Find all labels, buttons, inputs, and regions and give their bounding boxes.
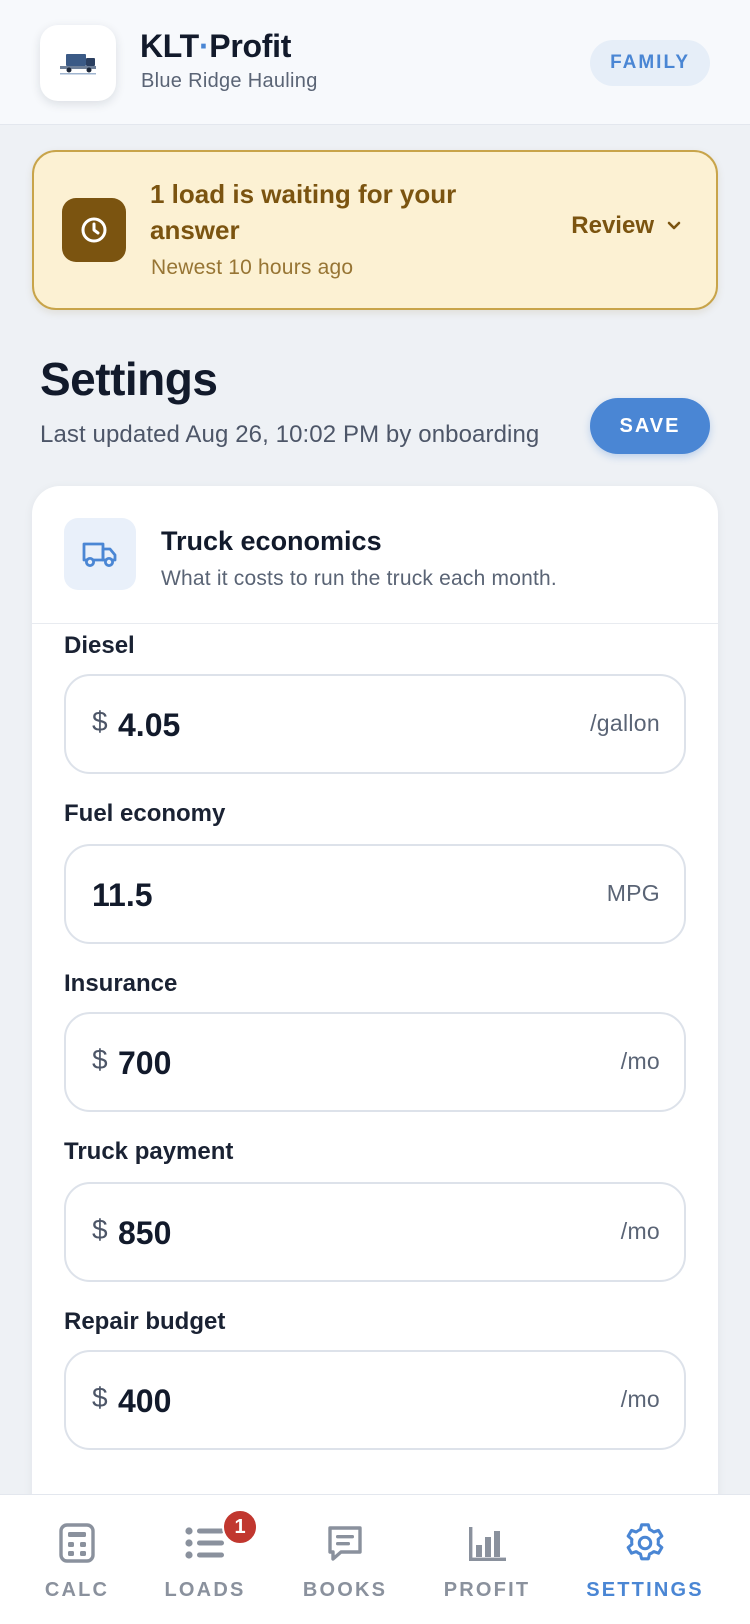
- loads-count-badge: 1: [222, 1509, 258, 1545]
- clock-icon: [62, 198, 126, 262]
- last-updated-text: Last updated Aug 26, 10:02 PM by onboard…: [40, 421, 540, 448]
- app-header: KLT·Profit Blue Ridge Hauling FAMILY: [0, 0, 750, 125]
- save-button[interactable]: SAVE: [590, 398, 710, 454]
- app-logo: [40, 25, 116, 101]
- tab-label: SETTINGS: [586, 1579, 704, 1601]
- review-label: Review: [571, 212, 654, 239]
- fuel-economy-input[interactable]: [92, 874, 512, 916]
- fuel-economy-field[interactable]: MPG: [64, 844, 686, 944]
- insurance-field[interactable]: $ /mo: [64, 1012, 686, 1112]
- tab-settings[interactable]: SETTINGS: [570, 1495, 720, 1624]
- tab-loads[interactable]: LOADS: [130, 1495, 280, 1624]
- tab-label: BOOKS: [302, 1579, 388, 1601]
- card-header: Truck economics What it costs to run the…: [32, 486, 718, 624]
- unit-suffix: MPG: [606, 880, 660, 906]
- alert-title: 1 load is waiting for your answer: [150, 179, 457, 245]
- card-title: Truck economics: [161, 526, 382, 556]
- truck-payment-input[interactable]: [118, 1212, 538, 1254]
- card-subtitle: What it costs to run the truck each mont…: [161, 567, 557, 590]
- tab-profit[interactable]: PROFIT: [412, 1495, 562, 1624]
- currency-prefix: $: [92, 1044, 108, 1075]
- page-title: Settings: [40, 353, 218, 405]
- currency-prefix: $: [92, 1382, 108, 1413]
- truck-icon: [64, 518, 136, 590]
- diesel-input[interactable]: [118, 704, 538, 746]
- tab-books[interactable]: BOOKS: [270, 1495, 420, 1624]
- unit-suffix: /mo: [620, 1386, 660, 1412]
- tab-label: PROFIT: [443, 1579, 531, 1601]
- review-button[interactable]: Review: [571, 212, 682, 240]
- repair-budget-label: Repair budget: [64, 1308, 226, 1335]
- truck-payment-label: Truck payment: [64, 1138, 234, 1165]
- currency-prefix: $: [92, 1214, 108, 1245]
- truck-economics-card: Truck economics What it costs to run the…: [32, 486, 718, 1624]
- notebook-icon: [323, 1521, 367, 1565]
- app-title: KLT·Profit: [140, 28, 292, 64]
- insurance-label: Insurance: [64, 970, 178, 997]
- chevron-down-icon: [667, 221, 681, 230]
- pending-load-alert[interactable]: 1 load is waiting for your answer Newest…: [32, 150, 718, 310]
- gear-icon: [623, 1521, 667, 1565]
- plan-badge[interactable]: FAMILY: [590, 40, 710, 86]
- calculator-icon: [55, 1521, 99, 1565]
- unit-suffix: /mo: [620, 1218, 660, 1244]
- tab-label: LOADS: [164, 1579, 246, 1601]
- bottom-tab-bar: CALC LOADS 1 BOOKS PROFIT SETTINGS: [0, 1494, 750, 1624]
- bar-chart-icon: [465, 1521, 509, 1565]
- insurance-input[interactable]: [118, 1042, 538, 1084]
- truck-logo-icon: [60, 54, 96, 75]
- unit-suffix: /gallon: [590, 710, 660, 736]
- title-dot: ·: [198, 28, 210, 64]
- repair-budget-field[interactable]: $ /mo: [64, 1350, 686, 1450]
- currency-prefix: $: [92, 706, 108, 737]
- repair-budget-input[interactable]: [118, 1380, 538, 1422]
- business-name: Blue Ridge Hauling: [141, 70, 318, 92]
- diesel-label: Diesel: [64, 632, 135, 659]
- unit-suffix: /mo: [620, 1048, 660, 1074]
- fuel-economy-label: Fuel economy: [64, 800, 226, 827]
- list-icon: [183, 1521, 227, 1565]
- diesel-field[interactable]: $ /gallon: [64, 674, 686, 774]
- truck-payment-field[interactable]: $ /mo: [64, 1182, 686, 1282]
- alert-subtitle: Newest 10 hours ago: [151, 256, 354, 279]
